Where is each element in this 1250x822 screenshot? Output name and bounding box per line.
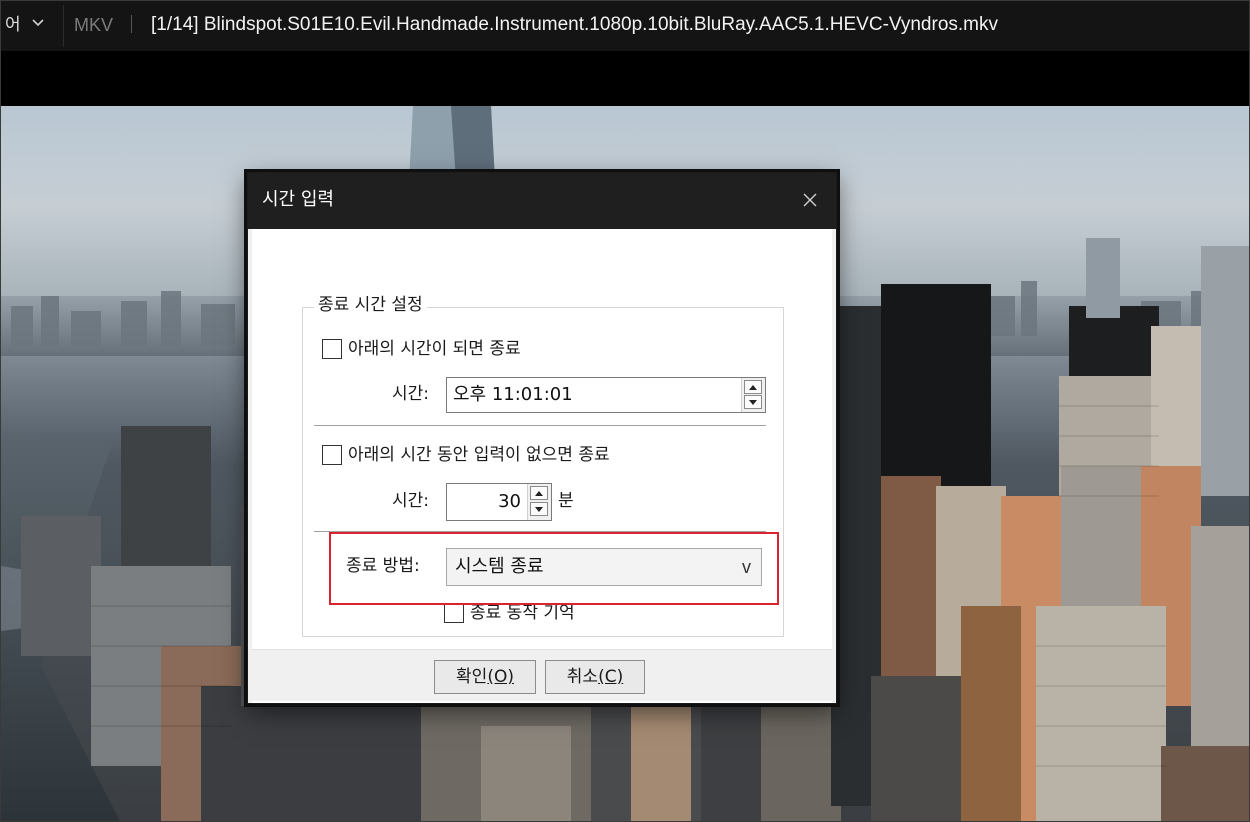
menu-label[interactable]: 어 xyxy=(5,13,21,37)
remember-action-checkbox-row[interactable]: 종료 동작 기억 xyxy=(444,601,575,625)
dialog-footer xyxy=(252,649,832,701)
section-separator-2 xyxy=(314,531,766,533)
arrow-down-icon xyxy=(535,506,543,512)
title-divider xyxy=(63,5,64,47)
dialog-title: 시간 입력 xyxy=(262,189,334,210)
idle-end-label: 아래의 시간 동안 입력이 없으면 종료 xyxy=(348,445,610,465)
arrow-up-icon xyxy=(535,490,543,496)
idle-minutes-value: 30 xyxy=(498,491,521,512)
end-at-time-checkbox[interactable] xyxy=(322,339,342,359)
idle-minutes-input[interactable]: 30 xyxy=(446,483,552,521)
cancel-button-label: 취소 xyxy=(566,667,599,687)
chevron-down-icon[interactable] xyxy=(31,16,45,30)
minutes-down-button[interactable] xyxy=(530,502,548,516)
idle-end-checkbox-row[interactable]: 아래의 시간 동안 입력이 없으면 종료 xyxy=(322,443,610,467)
time-label-1: 시간: xyxy=(392,384,430,404)
section-separator-1 xyxy=(314,425,766,427)
ok-button-label: 확인 xyxy=(456,667,488,687)
time-input-dialog: 시간 입력 종료 시간 설정 아래의 시간이 되면 종료 시간: 오후 11:0… xyxy=(247,172,837,704)
cancel-button[interactable]: 취소(C) xyxy=(545,660,645,694)
end-time-spinner xyxy=(741,378,765,412)
end-at-time-label: 아래의 시간이 되면 종료 xyxy=(348,339,521,359)
minutes-unit: 분 xyxy=(558,491,574,511)
dialog-body: 종료 시간 설정 아래의 시간이 되면 종료 시간: 오후 11:01:01 아… xyxy=(252,229,832,703)
time-up-button[interactable] xyxy=(744,380,762,394)
end-time-value: 오후 11:01:01 xyxy=(453,384,573,405)
chevron-down-icon: v xyxy=(742,557,751,577)
minutes-up-button[interactable] xyxy=(530,486,548,500)
arrow-down-icon xyxy=(749,399,757,405)
close-icon[interactable] xyxy=(794,185,826,215)
time-label-2: 시간: xyxy=(392,491,430,511)
end-method-label: 종료 방법: xyxy=(346,556,420,576)
end-time-picker[interactable]: 오후 11:01:01 xyxy=(446,377,766,413)
arrow-up-icon xyxy=(749,384,757,390)
cancel-button-shortcut: (C) xyxy=(598,667,624,687)
media-player-window: 어 MKV [1/14] Blindspot.S01E10.Evil.Handm… xyxy=(0,0,1250,822)
ok-button[interactable]: 확인(O) xyxy=(434,660,536,694)
end-at-time-checkbox-row[interactable]: 아래의 시간이 되면 종료 xyxy=(322,337,521,361)
letterbox-bar xyxy=(1,51,1249,106)
end-method-value: 시스템 종료 xyxy=(455,556,544,577)
end-method-dropdown[interactable]: 시스템 종료 v xyxy=(446,548,762,586)
file-name: [1/14] Blindspot.S01E10.Evil.Handmade.In… xyxy=(151,14,998,35)
remember-action-checkbox[interactable] xyxy=(444,603,464,623)
player-title-bar: 어 MKV [1/14] Blindspot.S01E10.Evil.Handm… xyxy=(1,1,1249,51)
dialog-title-bar[interactable]: 시간 입력 xyxy=(248,173,836,229)
idle-end-checkbox[interactable] xyxy=(322,445,342,465)
time-down-button[interactable] xyxy=(744,395,762,409)
format-separator xyxy=(131,15,132,33)
format-label: MKV xyxy=(74,15,114,35)
remember-action-label: 종료 동작 기억 xyxy=(470,603,575,623)
minutes-spinner xyxy=(527,484,551,520)
group-title: 종료 시간 설정 xyxy=(314,292,427,318)
ok-button-shortcut: (O) xyxy=(487,667,514,687)
